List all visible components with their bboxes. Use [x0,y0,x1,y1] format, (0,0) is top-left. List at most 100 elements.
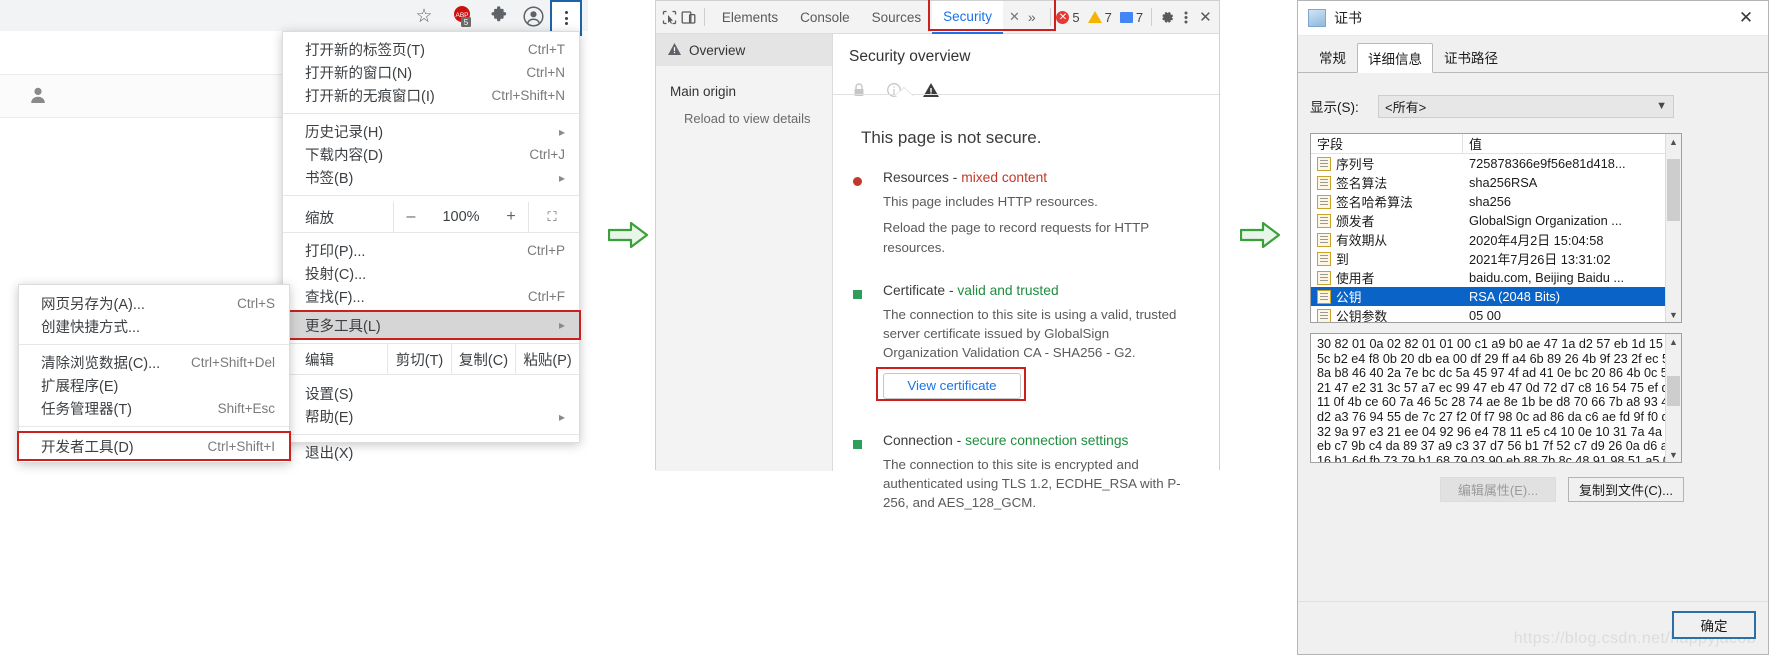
table-row[interactable]: 签名算法 sha256RSA [1311,173,1681,192]
security-status-icons [833,66,1219,106]
menu-item-task-manager[interactable]: 任务管理器(T) Shift+Esc [19,397,289,420]
menu-item-developer-tools[interactable]: 开发者工具(D) Ctrl+Shift+I [17,431,291,461]
table-row[interactable]: 使用者 baidu.com, Beijing Baidu ... [1311,268,1681,287]
scroll-up-icon[interactable]: ▲ [1666,134,1681,149]
menu-item-save-page-as[interactable]: 网页另存为(A)... Ctrl+S [19,292,289,315]
table-cell-value: sha256 [1469,194,1511,209]
table-cell-field: 公钥参数 [1311,306,1463,322]
bookmark-star-icon[interactable]: ☆ [412,4,436,28]
menu-item-new-incognito-window[interactable]: 打开新的无痕窗口(I) Ctrl+Shift+N [283,84,579,107]
table-cell-field: 使用者 [1311,268,1463,287]
section-status[interactable]: secure connection settings [965,433,1128,448]
devtools-warning-count[interactable]: 7 [1087,10,1112,25]
devtools-message-count[interactable]: 7 [1119,9,1144,25]
table-row[interactable]: 颁发者 GlobalSign Organization ... [1311,211,1681,230]
show-filter-label: 显示(S): [1310,100,1359,115]
zoom-out-button[interactable]: – [394,208,428,226]
scroll-down-icon[interactable]: ▼ [1666,447,1681,462]
menu-item-find[interactable]: 查找(F)... Ctrl+F [283,285,579,308]
table-row[interactable]: 到 2021年7月26日 13:31:02 [1311,249,1681,268]
security-section-resources: Resources - mixed content This page incl… [833,156,1219,257]
puzzle-icon[interactable] [488,5,510,27]
divider [704,8,705,26]
dialog-content: 显示(S): <所有> ▼ 字段 值 序列号 725878366e9f56e81d… [1298,93,1768,502]
menu-separator [19,426,289,427]
dialog-titlebar: 证书 ✕ [1298,1,1768,36]
menu-item-new-tab[interactable]: 打开新的标签页(T) Ctrl+T [283,38,579,61]
menu-item-more-tools[interactable]: 更多工具(L) ▸ [281,310,581,340]
device-toolbar-icon[interactable] [679,4,698,30]
sidebar-item-overview[interactable]: Overview [656,34,832,66]
menu-item-label: 打印(P)... [305,244,366,260]
tab-details[interactable]: 详细信息 [1357,43,1433,73]
menu-item-bookmarks[interactable]: 书签(B) ▸ [283,166,579,189]
menu-item-clear-browsing-data[interactable]: 清除浏览数据(C)... Ctrl+Shift+Del [19,351,289,374]
menu-item-cut[interactable]: 剪切(T) [388,349,451,370]
menu-item-downloads[interactable]: 下载内容(D) Ctrl+J [283,143,579,166]
table-row[interactable]: 公钥参数 05 00 [1311,306,1681,322]
user-icon [28,85,48,105]
menu-item-paste[interactable]: 粘贴(P) [516,349,579,370]
scrollbar-thumb[interactable] [1667,376,1680,406]
menu-item-accel: Shift+Esc [217,401,275,416]
menu-item-history[interactable]: 历史记录(H) ▸ [283,120,579,143]
close-icon[interactable]: ✕ [1196,4,1215,30]
security-overview-main: Security overview This page is not secur… [833,34,1219,510]
section-title: Connection - [883,432,966,448]
menu-zoom-row: 缩放 – 100% + ⛶ [283,202,579,232]
field-name: 签名算法 [1336,176,1388,191]
fullscreen-icon[interactable]: ⛶ [529,209,575,225]
table-header: 字段 值 [1311,134,1681,154]
menu-item-extensions[interactable]: 扩展程序(E) [19,374,289,397]
devtools-tab-console[interactable]: Console [789,2,861,33]
ok-button[interactable]: 确定 [1672,611,1756,639]
devtools-tab-sources[interactable]: Sources [861,2,933,33]
table-cell-field: 到 [1311,249,1463,268]
menu-item-print[interactable]: 打印(P)... Ctrl+P [283,239,579,262]
field-icon [1317,194,1331,209]
scroll-down-icon[interactable]: ▼ [1666,307,1681,322]
show-filter-select[interactable]: <所有> ▼ [1378,94,1674,118]
menu-item-copy[interactable]: 复制(C) [452,349,515,370]
zoom-in-button[interactable]: + [494,208,528,226]
menu-separator [283,232,579,233]
menu-item-cast[interactable]: 投射(C)... [283,262,579,285]
close-icon[interactable]: ✕ [1724,1,1768,35]
message-count-value: 7 [1135,9,1144,25]
tab-certification-path[interactable]: 证书路径 [1433,42,1509,72]
menu-item-create-shortcut[interactable]: 创建快捷方式... [19,315,289,338]
table-scrollbar[interactable]: ▲ ▼ [1665,134,1681,322]
inspect-element-icon[interactable] [660,4,679,30]
view-certificate-button[interactable]: View certificate [883,372,1021,399]
field-value-hexdump[interactable]: 30 82 01 0a 02 82 01 01 00 c1 a9 b0 ae 4… [1310,333,1682,463]
menu-item-accel: Ctrl+P [527,243,565,258]
table-row[interactable]: 有效期从 2020年4月2日 15:04:58 [1311,230,1681,249]
menu-item-settings[interactable]: 设置(S) [283,382,579,405]
field-name: 使用者 [1336,271,1375,286]
three-dot-menu-icon[interactable] [1177,4,1196,30]
field-icon [1317,270,1331,285]
menu-item-new-window[interactable]: 打开新的窗口(N) Ctrl+N [283,61,579,84]
field-icon [1317,289,1331,304]
column-header-value: 值 [1469,137,1483,152]
gear-icon[interactable] [1158,4,1177,30]
certificate-fields-table[interactable]: 字段 值 序列号 725878366e9f56e81d418... 签名算法 sha2… [1310,133,1682,323]
table-row[interactable]: 公钥 RSA (2048 Bits) [1311,287,1681,306]
tab-general[interactable]: 常规 [1308,42,1357,72]
sidebar-section-main-origin: Main origin [670,84,737,99]
devtools-tab-elements[interactable]: Elements [711,2,789,33]
menu-item-help[interactable]: 帮助(E) ▸ [283,405,579,428]
table-row[interactable]: 序列号 725878366e9f56e81d418... [1311,154,1681,173]
devtools-error-count[interactable]: ✕ 5 [1056,10,1080,25]
profile-avatar-icon[interactable] [522,5,544,27]
adblock-icon[interactable]: ABP 5 [450,4,476,30]
menu-item-exit[interactable]: 退出(X) [283,441,579,464]
field-icon [1317,232,1331,247]
menu-item-label: 开发者工具(D) [41,439,134,456]
copy-to-file-button[interactable]: 复制到文件(C)... [1568,477,1684,502]
section-status[interactable]: mixed content [961,170,1047,185]
table-row[interactable]: 签名哈希算法 sha256 [1311,192,1681,211]
hexdump-scrollbar[interactable]: ▲ ▼ [1665,334,1681,462]
scrollbar-thumb[interactable] [1667,159,1680,221]
scroll-up-icon[interactable]: ▲ [1666,334,1681,349]
